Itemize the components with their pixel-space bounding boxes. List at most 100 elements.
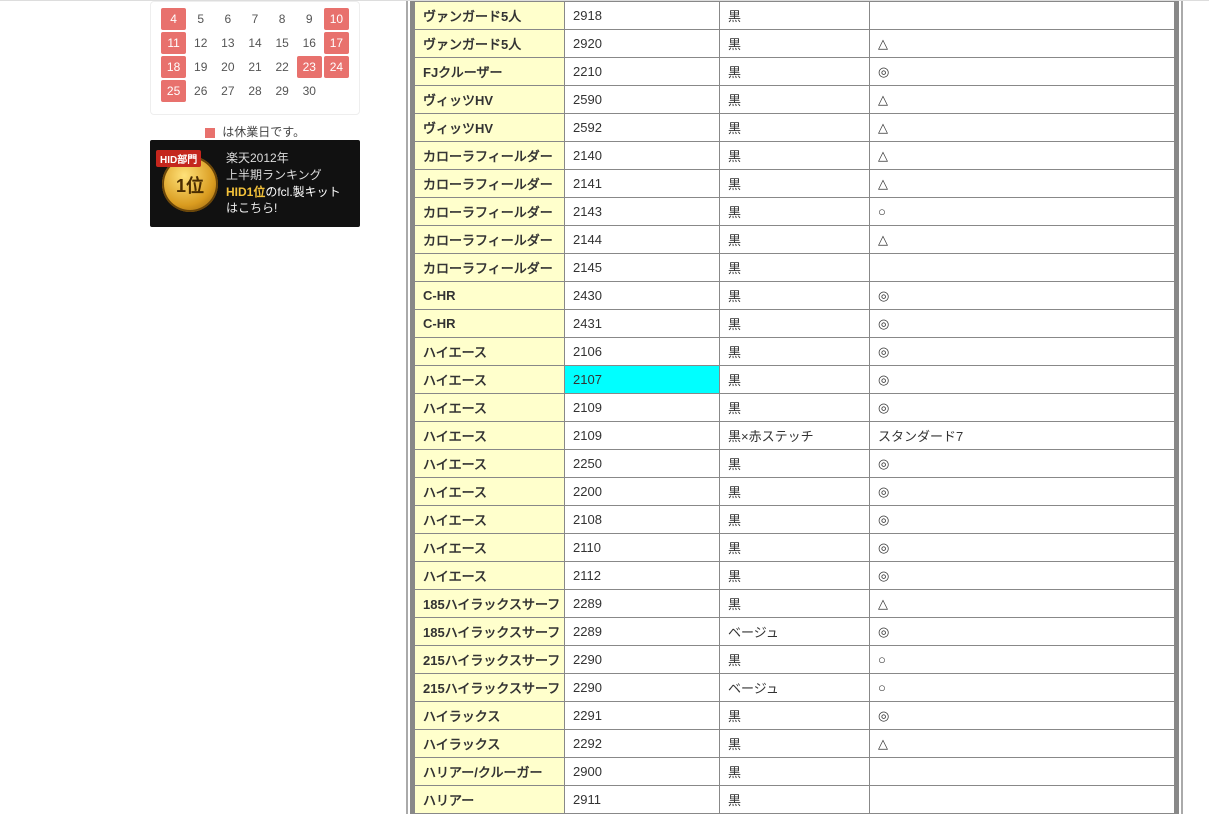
table-cell-c2: 2143 <box>565 198 720 226</box>
table-cell-c3: 黒 <box>720 590 870 618</box>
calendar-day[interactable]: 24 <box>324 56 349 78</box>
calendar-day[interactable]: 8 <box>270 8 295 30</box>
table-cell-c2: 2918 <box>565 2 720 30</box>
table-cell-c1: 185ハイラックスサーフ <box>415 590 565 618</box>
calendar-day[interactable]: 19 <box>188 56 213 78</box>
table-row: ハイラックス2291黒◎ <box>415 702 1175 730</box>
table-cell-c4: △ <box>870 142 1175 170</box>
calendar-day[interactable]: 25 <box>161 80 186 102</box>
table-cell-c1: ハイエース <box>415 394 565 422</box>
table-cell-c4: ○ <box>870 646 1175 674</box>
table-cell-c2: 2108 <box>565 506 720 534</box>
table-row: ヴァンガード5人2918黒 <box>415 2 1175 30</box>
calendar-day[interactable]: 26 <box>188 80 213 102</box>
table-cell-c3: 黒 <box>720 254 870 282</box>
table-cell-c2: 2290 <box>565 646 720 674</box>
table-cell-c2: 2292 <box>565 730 720 758</box>
table-cell-c1: ヴァンガード5人 <box>415 30 565 58</box>
table-cell-c1: ハイラックス <box>415 702 565 730</box>
table-cell-c4: スタンダード7 <box>870 422 1175 450</box>
calendar-day[interactable]: 6 <box>215 8 240 30</box>
table-cell-c4: ◎ <box>870 282 1175 310</box>
table-cell-c3: 黒 <box>720 646 870 674</box>
calendar-day[interactable]: 29 <box>270 80 295 102</box>
calendar-day[interactable]: 21 <box>242 56 267 78</box>
table-cell-c3: 黒 <box>720 450 870 478</box>
data-table-wrap: ヴァンガード5人2918黒ヴァンガード5人2920黒△FJクルーザー2210黒◎… <box>410 1 1179 814</box>
table-cell-c1: ハイエース <box>415 338 565 366</box>
calendar-day[interactable]: 4 <box>161 8 186 30</box>
table-cell-c4: △ <box>870 30 1175 58</box>
calendar-day[interactable]: 11 <box>161 32 186 54</box>
table-cell-c3: 黒 <box>720 310 870 338</box>
table-cell-c1: ハイエース <box>415 506 565 534</box>
calendar-day[interactable]: 15 <box>270 32 295 54</box>
table-cell-c4 <box>870 786 1175 814</box>
calendar-day[interactable]: 17 <box>324 32 349 54</box>
table-cell-c3: 黒 <box>720 478 870 506</box>
table-cell-c1: ヴィッツHV <box>415 114 565 142</box>
calendar-day[interactable]: 7 <box>242 8 267 30</box>
table-cell-c2: 2200 <box>565 478 720 506</box>
table-row: ハイラックス2292黒△ <box>415 730 1175 758</box>
table-cell-c1: ヴィッツHV <box>415 86 565 114</box>
banner-line2-rest: のfcl.製キット <box>265 185 340 199</box>
calendar-day[interactable]: 13 <box>215 32 240 54</box>
calendar-day[interactable]: 20 <box>215 56 240 78</box>
table-cell-c1: カローラフィールダー <box>415 226 565 254</box>
table-cell-c3: 黒 <box>720 170 870 198</box>
table-cell-c3: 黒 <box>720 786 870 814</box>
table-cell-c1: 185ハイラックスサーフ <box>415 618 565 646</box>
calendar-day[interactable]: 5 <box>188 8 213 30</box>
table-cell-c1: ハイエース <box>415 478 565 506</box>
table-cell-c1: ハイエース <box>415 562 565 590</box>
banner-text: 楽天2012年 上半期ランキング HID1位のfcl.製キット はこちら! <box>226 150 341 217</box>
table-row: ヴァンガード5人2920黒△ <box>415 30 1175 58</box>
table-cell-c4: ◎ <box>870 702 1175 730</box>
table-row: C-HR2430黒◎ <box>415 282 1175 310</box>
table-cell-c2: 2107 <box>565 366 720 394</box>
table-cell-c2: 2291 <box>565 702 720 730</box>
table-cell-c4: ◎ <box>870 534 1175 562</box>
table-row: C-HR2431黒◎ <box>415 310 1175 338</box>
table-cell-c2: 2112 <box>565 562 720 590</box>
calendar-day[interactable]: 27 <box>215 80 240 102</box>
table-cell-c1: カローラフィールダー <box>415 254 565 282</box>
calendar-day[interactable]: 10 <box>324 8 349 30</box>
table-cell-c4 <box>870 758 1175 786</box>
table-cell-c1: カローラフィールダー <box>415 170 565 198</box>
table-cell-c3: 黒 <box>720 562 870 590</box>
table-row: FJクルーザー2210黒◎ <box>415 58 1175 86</box>
table-row: ハイエース2109黒◎ <box>415 394 1175 422</box>
calendar-day[interactable]: 12 <box>188 32 213 54</box>
table-cell-c1: ハイエース <box>415 366 565 394</box>
table-cell-c4: △ <box>870 170 1175 198</box>
table-cell-c2: 2289 <box>565 590 720 618</box>
table-cell-c2: 2290 <box>565 674 720 702</box>
calendar-day[interactable]: 18 <box>161 56 186 78</box>
table-cell-c2: 2911 <box>565 786 720 814</box>
promo-banner[interactable]: 1位 HID部門 楽天2012年 上半期ランキング HID1位のfcl.製キット… <box>150 140 360 227</box>
calendar-day[interactable]: 14 <box>242 32 267 54</box>
table-row: ハイエース2112黒◎ <box>415 562 1175 590</box>
table-cell-c3: 黒 <box>720 394 870 422</box>
table-row: ハイエース2200黒◎ <box>415 478 1175 506</box>
table-cell-c3: 黒 <box>720 30 870 58</box>
calendar-day[interactable]: 30 <box>297 80 322 102</box>
table-cell-c3: 黒 <box>720 702 870 730</box>
table-cell-c1: ハイエース <box>415 422 565 450</box>
calendar-day[interactable]: 9 <box>297 8 322 30</box>
calendar-day[interactable]: 28 <box>242 80 267 102</box>
table-cell-c4: ◎ <box>870 366 1175 394</box>
table-cell-c2: 2106 <box>565 338 720 366</box>
table-cell-c3: 黒 <box>720 506 870 534</box>
rank-badge-icon: 1位 HID部門 <box>162 156 218 212</box>
table-cell-c1: ハイエース <box>415 450 565 478</box>
table-cell-c1: ハリアー <box>415 786 565 814</box>
calendar-day[interactable]: 23 <box>297 56 322 78</box>
calendar-day[interactable]: 16 <box>297 32 322 54</box>
table-row: ハリアー/クルーガー2900黒 <box>415 758 1175 786</box>
table-cell-c3: 黒 <box>720 366 870 394</box>
calendar-day[interactable]: 22 <box>270 56 295 78</box>
table-cell-c1: ハリアー/クルーガー <box>415 758 565 786</box>
